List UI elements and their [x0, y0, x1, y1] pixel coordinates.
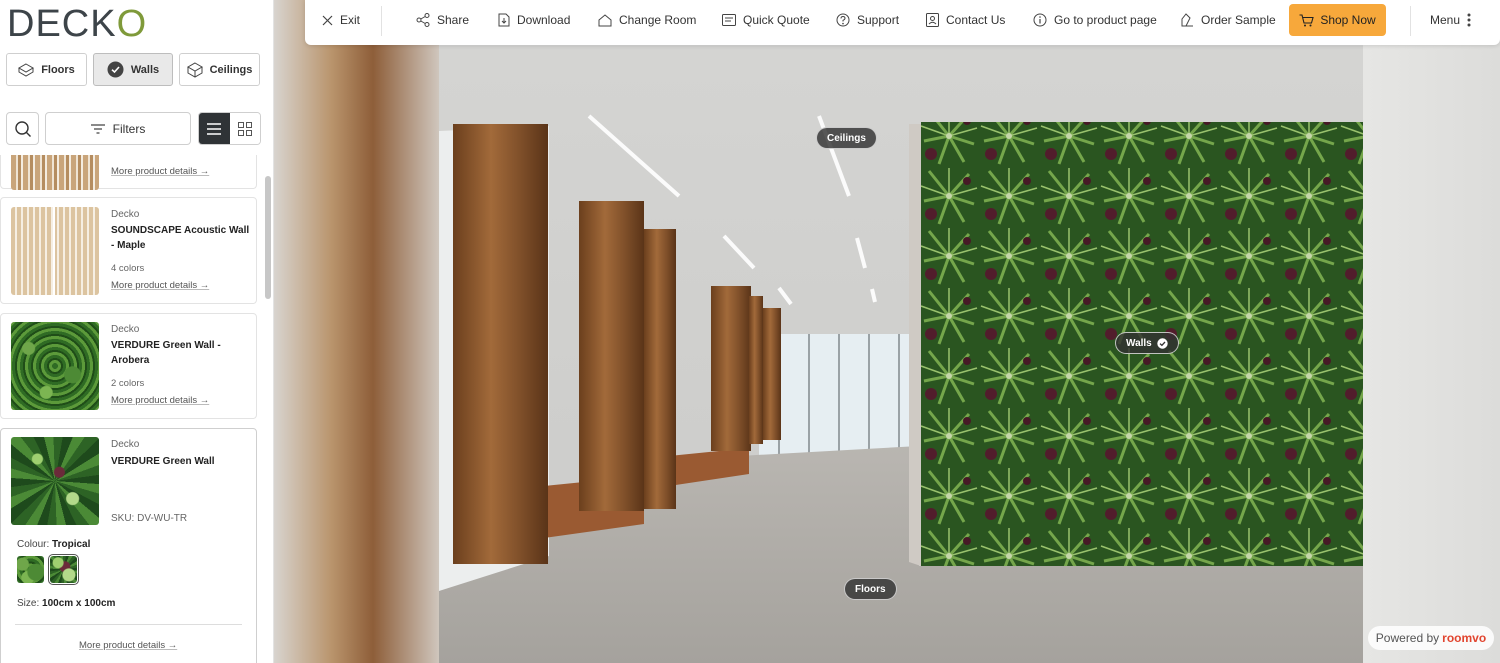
product-thumbnail	[11, 322, 99, 410]
more-details-link[interactable]: More product details →	[111, 280, 209, 291]
powered-by-badge[interactable]: Powered by roomvo	[1368, 626, 1494, 650]
room-scene-image[interactable]	[439, 46, 1363, 663]
info-icon	[1033, 13, 1047, 27]
hotspot-ceilings[interactable]: Ceilings	[816, 127, 877, 149]
product-thumbnail	[11, 207, 99, 295]
more-details-link[interactable]: More product details →	[79, 640, 177, 651]
quote-icon	[722, 14, 736, 26]
list-view-button[interactable]	[199, 113, 230, 144]
support-button[interactable]: Support	[836, 0, 899, 40]
check-circle-icon	[107, 61, 124, 78]
more-details-link[interactable]: More product details →	[111, 395, 209, 406]
product-brand: Decko	[111, 439, 140, 450]
order-sample-button[interactable]: Order Sample	[1180, 0, 1276, 40]
list-icon	[207, 122, 222, 135]
search-button[interactable]	[6, 112, 39, 145]
search-icon	[14, 120, 31, 137]
product-card[interactable]: More product details →	[0, 155, 257, 190]
colour-swatch-selected[interactable]	[48, 554, 79, 585]
view-toggle	[198, 112, 261, 145]
toolbar-divider	[381, 6, 382, 36]
product-card[interactable]: Decko SOUNDSCAPE Acoustic Wall - Maple 4…	[0, 197, 257, 304]
grid-view-button[interactable]	[229, 113, 260, 144]
product-sku: SKU: DV-WU-TR	[111, 513, 188, 524]
more-vertical-icon	[1467, 13, 1471, 27]
toolbar-divider	[1410, 6, 1411, 36]
check-circle-icon	[1157, 337, 1168, 349]
product-list: More product details → Decko SOUNDSCAPE …	[0, 155, 262, 663]
brand-logo[interactable]: DECKO	[7, 3, 147, 46]
quick-quote-button[interactable]: Quick Quote	[722, 0, 810, 40]
product-page-button[interactable]: Go to product page	[1033, 0, 1157, 40]
colour-label: Colour: Tropical	[17, 539, 91, 550]
contact-icon	[926, 13, 939, 27]
cart-icon	[1299, 13, 1315, 26]
hotspot-walls[interactable]: Walls	[1115, 332, 1179, 354]
sidebar-scrollbar[interactable]	[265, 176, 271, 299]
menu-button[interactable]: Menu	[1430, 0, 1471, 40]
contact-us-button[interactable]: Contact Us	[926, 0, 1005, 40]
change-room-button[interactable]: Change Room	[598, 0, 696, 40]
tab-floors[interactable]: Floors	[6, 53, 87, 86]
room-visualizer[interactable]: Ceilings Walls Floors	[274, 0, 1500, 663]
product-name: SOUNDSCAPE Acoustic Wall - Maple	[111, 225, 250, 251]
product-card[interactable]: Decko VERDURE Green Wall - Arobera 2 col…	[0, 313, 257, 419]
tool-row: Filters	[6, 112, 261, 145]
sample-icon	[1181, 13, 1193, 27]
top-toolbar: Exit Share Download Change Room Quick Qu…	[305, 0, 1500, 45]
colour-swatch[interactable]	[17, 556, 44, 583]
product-card-selected[interactable]: Decko VERDURE Green Wall SKU: DV-WU-TR C…	[0, 428, 257, 663]
download-button[interactable]: Download	[498, 0, 570, 40]
ceiling-icon	[186, 61, 203, 78]
product-thumbnail	[11, 437, 99, 525]
more-details-link[interactable]: More product details →	[111, 166, 209, 177]
product-thumbnail	[11, 155, 99, 190]
shop-now-button[interactable]: Shop Now	[1289, 4, 1386, 36]
blurred-background-left	[274, 0, 439, 663]
product-name: VERDURE Green Wall - Arobera	[111, 340, 221, 366]
tab-walls[interactable]: Walls	[93, 53, 173, 86]
home-icon	[598, 13, 612, 26]
filters-button[interactable]: Filters	[45, 112, 191, 145]
exit-button[interactable]: Exit	[322, 0, 360, 40]
grid-icon	[237, 121, 252, 136]
share-button[interactable]: Share	[416, 0, 469, 40]
floor-icon	[18, 62, 35, 77]
sidebar: DECKO Floors Walls Ceilings Filters More…	[0, 0, 274, 663]
product-color-count: 2 colors	[111, 378, 145, 389]
product-brand: Decko	[111, 324, 140, 335]
tab-ceilings[interactable]: Ceilings	[179, 53, 260, 86]
help-icon	[836, 13, 850, 27]
filter-icon	[90, 123, 105, 134]
close-icon	[322, 15, 333, 25]
hotspot-floors[interactable]: Floors	[844, 578, 897, 600]
share-icon	[416, 13, 430, 27]
download-icon	[498, 13, 510, 27]
product-color-count: 4 colors	[111, 263, 145, 274]
category-tabs: Floors Walls Ceilings	[6, 53, 260, 86]
blurred-background-right	[1363, 0, 1500, 663]
product-brand: Decko	[111, 209, 140, 220]
product-name: VERDURE Green Wall	[111, 456, 215, 467]
divider	[15, 624, 242, 625]
size-label: Size: 100cm x 100cm	[17, 598, 116, 609]
